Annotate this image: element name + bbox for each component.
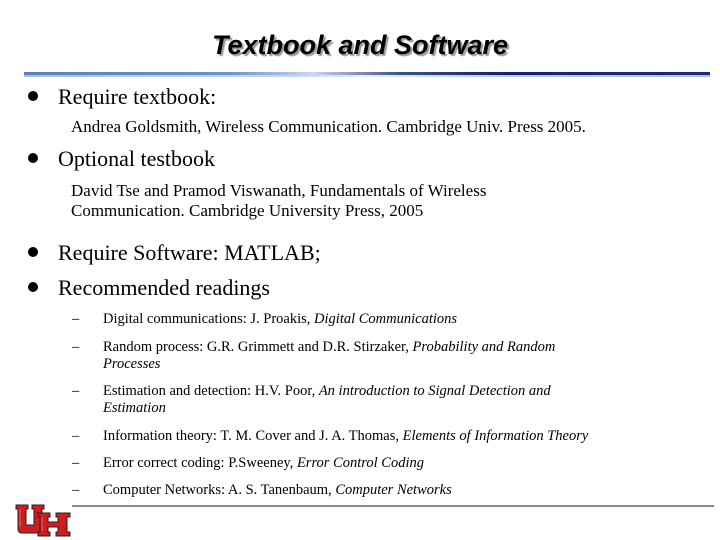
- reading-text: Information theory: T. M. Cover and J. A…: [103, 428, 663, 445]
- reading-title: Elements of Information Theory: [402, 428, 589, 444]
- reading-item: – Estimation and detection: H.V. Poor, A…: [72, 383, 663, 417]
- footer-rule: [72, 505, 714, 507]
- reading-title: An introduction to Signal Detection and: [318, 383, 551, 399]
- reading-prefix: Digital communications: J. Proakis,: [103, 311, 315, 327]
- bullet-dot-icon: [28, 247, 38, 257]
- reading-item: – Digital communications: J. Proakis, Di…: [72, 311, 663, 328]
- bullet-item: Require Software: MATLAB;: [28, 240, 321, 266]
- dash-icon: –: [72, 482, 80, 498]
- dash-icon: –: [72, 383, 80, 399]
- bullet-item: Require textbook:: [28, 84, 216, 110]
- dash-icon: –: [72, 311, 80, 327]
- bullet-item: Recommended readings: [28, 275, 270, 301]
- reading-prefix: Information theory: T. M. Cover and J. A…: [103, 428, 403, 444]
- reading-item: – Information theory: T. M. Cover and J.…: [72, 428, 663, 445]
- reading-text: Estimation and detection: H.V. Poor, An …: [103, 383, 663, 417]
- reading-item: – Error correct coding: P.Sweeney, Error…: [72, 455, 663, 472]
- bullet-label: Optional testbook: [58, 146, 216, 171]
- reading-text: Digital communications: J. Proakis, Digi…: [103, 311, 663, 328]
- bullet-label: Require textbook:: [58, 84, 217, 109]
- bullet-item: Optional testbook: [28, 146, 215, 172]
- bullet-detail: Andrea Goldsmith, Wireless Communication…: [71, 117, 586, 136]
- reading-prefix: Error correct coding: P.Sweeney,: [103, 455, 297, 471]
- bullet-dot-icon: [28, 282, 38, 292]
- bullet-dot-icon: [28, 91, 38, 101]
- dash-icon: –: [72, 428, 80, 444]
- reading-prefix: Random process: G.R. Grimmett and D.R. S…: [103, 339, 413, 355]
- bullet-label: Recommended readings: [58, 275, 270, 300]
- reading-text: Error correct coding: P.Sweeney, Error C…: [103, 455, 663, 472]
- reading-title-cont: Estimation: [103, 400, 166, 416]
- bullet-label: Require Software: MATLAB;: [58, 240, 321, 265]
- reading-text: Computer Networks: A. S. Tanenbaum, Comp…: [103, 482, 663, 499]
- bullet-detail: David Tse and Pramod Viswanath, Fundamen…: [71, 181, 487, 200]
- reading-title-cont: Processes: [103, 356, 161, 372]
- reading-title: Probability and Random: [412, 339, 556, 355]
- reading-title: Digital Communications: [314, 311, 458, 327]
- dash-icon: –: [72, 455, 80, 471]
- reading-text: Random process: G.R. Grimmett and D.R. S…: [103, 339, 663, 373]
- bullet-detail: Communication. Cambridge University Pres…: [71, 201, 424, 220]
- title-underline: [24, 72, 710, 78]
- slide-title: Textbook and Software: [211, 30, 509, 60]
- reading-item: – Computer Networks: A. S. Tanenbaum, Co…: [72, 482, 663, 499]
- title-underline-light: [24, 75, 710, 77]
- bullet-dot-icon: [28, 153, 38, 163]
- uh-logo-icon: [15, 504, 71, 537]
- reading-title: Computer Networks: [335, 482, 452, 498]
- dash-icon: –: [72, 339, 80, 355]
- reading-prefix: Computer Networks: A. S. Tanenbaum,: [103, 482, 336, 498]
- reading-title: Error Control Coding: [296, 455, 424, 471]
- reading-prefix: Estimation and detection: H.V. Poor,: [103, 383, 319, 399]
- reading-item: – Random process: G.R. Grimmett and D.R.…: [72, 339, 663, 373]
